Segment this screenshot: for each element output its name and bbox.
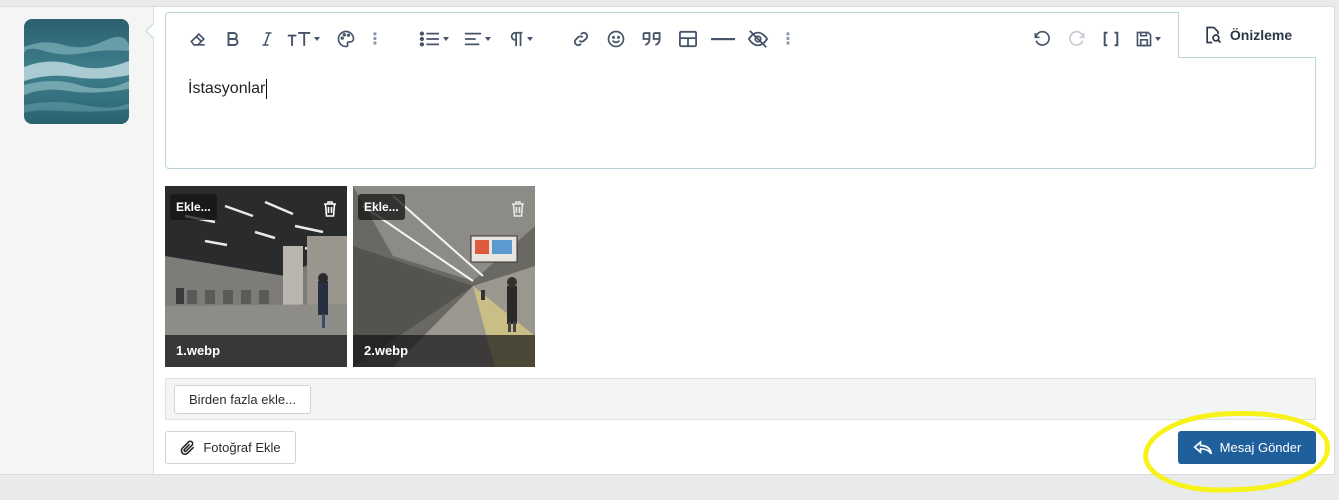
undo-icon[interactable] — [1030, 27, 1054, 51]
editor-pointer-inner — [147, 23, 155, 39]
brackets-icon[interactable] — [1099, 27, 1123, 51]
attachment-filename: 2.webp — [353, 335, 535, 367]
horizontal-rule-icon[interactable] — [710, 27, 736, 51]
emoji-icon[interactable] — [604, 27, 628, 51]
add-photo-button[interactable]: Fotoğraf Ekle — [165, 431, 296, 464]
align-icon[interactable] — [460, 27, 494, 51]
trash-icon[interactable] — [511, 201, 525, 222]
italic-icon[interactable] — [255, 27, 279, 51]
avatar-column — [0, 7, 154, 474]
table-icon[interactable] — [676, 27, 700, 51]
attachment-insert-badge[interactable]: Ekle... — [170, 194, 217, 220]
preview-label: Önizleme — [1229, 26, 1293, 43]
editor-toolbar: ⋮ ⋮ Önizleme — [166, 12, 1316, 63]
attachment-thumbnail[interactable]: Ekle... 2.webp — [353, 186, 535, 367]
redo-icon[interactable] — [1065, 27, 1089, 51]
reply-icon — [1193, 439, 1212, 454]
more-dots-icon[interactable]: ⋮ — [780, 27, 796, 51]
paragraph-icon[interactable] — [504, 27, 538, 51]
preview-icon — [1206, 26, 1221, 43]
text-cursor — [266, 79, 268, 99]
text-size-icon[interactable] — [284, 27, 322, 51]
link-icon[interactable] — [569, 27, 593, 51]
multi-upload-bar: Birden fazla ekle... — [165, 378, 1316, 420]
rich-text-editor[interactable]: ⋮ ⋮ Önizleme İstasyonlar — [165, 12, 1316, 169]
trash-icon[interactable] — [323, 201, 337, 222]
paperclip-icon — [180, 440, 195, 455]
attachment-insert-badge[interactable]: Ekle... — [358, 194, 405, 220]
send-message-label: Mesaj Gönder — [1219, 440, 1302, 455]
attachment-filename: 1.webp — [165, 335, 347, 367]
more-dots-icon[interactable]: ⋮ — [367, 27, 383, 51]
eraser-icon[interactable] — [186, 27, 210, 51]
palette-icon[interactable] — [334, 27, 358, 51]
add-multiple-label: Birden fazla ekle... — [189, 392, 296, 407]
send-message-button[interactable]: Mesaj Gönder — [1178, 431, 1316, 464]
quote-icon[interactable] — [639, 27, 665, 51]
avatar[interactable] — [24, 19, 129, 124]
save-draft-icon[interactable] — [1130, 27, 1166, 51]
editor-content[interactable]: İstasyonlar — [188, 79, 268, 99]
attachment-thumbnail[interactable]: Ekle... 1.webp — [165, 186, 347, 367]
add-multiple-button[interactable]: Birden fazla ekle... — [174, 385, 311, 414]
preview-button[interactable]: Önizleme — [1178, 12, 1316, 58]
list-icon[interactable] — [416, 27, 452, 51]
editor-text-value: İstasyonlar — [188, 80, 266, 97]
hide-icon[interactable] — [745, 27, 771, 51]
bold-icon[interactable] — [221, 27, 245, 51]
add-photo-label: Fotoğraf Ekle — [203, 440, 281, 455]
